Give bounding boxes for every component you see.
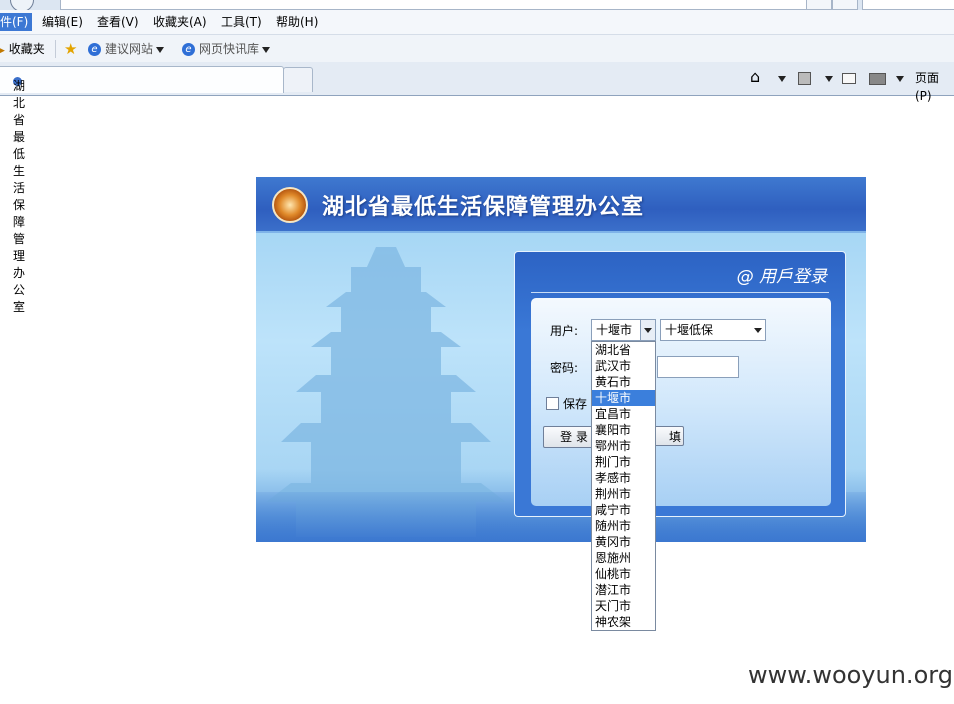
rss-feed-icon[interactable]: [798, 69, 811, 87]
dropdown-option[interactable]: 恩施州: [592, 550, 655, 566]
watermark: www.wooyun.org: [748, 661, 953, 689]
refresh-button[interactable]: [806, 0, 832, 10]
favorites-button[interactable]: ▶ 收藏夹: [0, 40, 45, 58]
tab-title-text: 湖北省最低生活保障管理办公室: [13, 79, 26, 314]
home-dropdown-chevron-icon[interactable]: [775, 69, 786, 87]
dropdown-option[interactable]: 潜江市: [592, 582, 655, 598]
chevron-down-icon[interactable]: [751, 320, 765, 340]
suggested-sites-label: 建议网站: [105, 42, 154, 56]
page-menu-button[interactable]: 页面(P): [915, 69, 954, 103]
suggested-sites-button[interactable]: e 建议网站: [88, 40, 165, 58]
add-favorite-star-icon[interactable]: ★: [64, 40, 77, 58]
print-icon[interactable]: [869, 69, 886, 87]
menu-view[interactable]: 查看(V): [93, 13, 143, 31]
ie-icon: e: [182, 43, 195, 56]
search-field[interactable]: [862, 0, 954, 10]
dropdown-option[interactable]: 黄冈市: [592, 534, 655, 550]
dropdown-option[interactable]: 天门市: [592, 598, 655, 614]
menu-edit[interactable]: 编辑(E): [38, 13, 87, 31]
login-title: @ 用戶登录: [736, 267, 827, 287]
dropdown-option[interactable]: 神农架: [592, 614, 655, 630]
chevron-down-icon: [262, 46, 271, 53]
home-icon[interactable]: ⌂: [750, 69, 760, 87]
city-select-value: 十堰市: [596, 323, 633, 337]
dropdown-option[interactable]: 黄石市: [592, 374, 655, 390]
tab-active[interactable]: 湖北省最低生活保障管理办公室: [0, 66, 284, 314]
dropdown-option[interactable]: 咸宁市: [592, 502, 655, 518]
menu-favorites[interactable]: 收藏夹(A): [149, 13, 211, 31]
dropdown-option[interactable]: 荆州市: [592, 486, 655, 502]
tab-bar: 湖北省最低生活保障管理办公室 ⌂ 页面(P): [0, 62, 954, 314]
dropdown-option[interactable]: 武汉市: [592, 358, 655, 374]
ie-icon: e: [88, 43, 101, 56]
login-panel: @ 用戶登录: [514, 251, 846, 517]
org-select-value: 十堰低保: [665, 323, 714, 337]
city-select[interactable]: 十堰市: [591, 319, 656, 341]
menu-file[interactable]: 件(F): [0, 13, 33, 31]
save-checkbox[interactable]: [546, 397, 559, 410]
banner-header: 湖北省最低生活保障管理办公室: [256, 177, 866, 233]
chevron-down-icon: [156, 46, 165, 53]
org-select[interactable]: 十堰低保: [660, 319, 766, 341]
favorites-arrow-icon: ▶: [0, 46, 5, 56]
print-dropdown-chevron-icon[interactable]: [893, 69, 904, 87]
favorites-bar: ▶ 收藏夹 ★ e 建议网站 e 网页快讯库: [0, 35, 954, 62]
stop-button[interactable]: [832, 0, 858, 10]
password-field[interactable]: [657, 356, 739, 378]
save-label: 保存: [563, 397, 588, 411]
dropdown-option[interactable]: 十堰市: [592, 390, 655, 406]
dropdown-option[interactable]: 孝感市: [592, 470, 655, 486]
city-dropdown-list: 湖北省 武汉市 黄石市 十堰市 宜昌市 襄阳市 鄂州市 荆门市 孝感市 荆州市 咸宁市 随州市 黄冈市恩…: [591, 341, 656, 631]
dropdown-option[interactable]: 仙桃市: [592, 566, 655, 582]
dropdown-option[interactable]: 随州市: [592, 518, 655, 534]
menu-bar: 件(F) 编辑(E) 查看(V) 收藏夹(A) 工具(T) 帮助(H): [0, 10, 954, 35]
emblem-logo: [272, 187, 308, 223]
mail-icon[interactable]: [842, 69, 856, 87]
new-tab-button[interactable]: [283, 67, 313, 92]
address-field[interactable]: [60, 0, 808, 10]
menu-help[interactable]: 帮助(H): [272, 13, 322, 31]
dropdown-option[interactable]: 鄂州市: [592, 438, 655, 454]
favorites-label: 收藏夹: [8, 42, 45, 56]
menu-tools[interactable]: 工具(T): [217, 13, 266, 31]
dropdown-option[interactable]: 湖北省: [592, 342, 655, 358]
password-label: 密码:: [550, 361, 579, 375]
chevron-down-icon[interactable]: [640, 320, 655, 340]
dropdown-option[interactable]: 襄阳市: [592, 422, 655, 438]
user-label: 用户:: [550, 324, 579, 338]
dropdown-option[interactable]: 宜昌市: [592, 406, 655, 422]
feed-dropdown-chevron-icon[interactable]: [822, 69, 833, 87]
banner-title: 湖北省最低生活保障管理办公室: [322, 195, 645, 220]
login-title-divider: [531, 292, 829, 293]
web-slice-gallery-label: 网页快讯库: [199, 42, 260, 56]
address-bar-strip: [0, 0, 954, 12]
toolbar-separator: [55, 40, 56, 58]
web-slice-gallery-button[interactable]: e 网页快讯库: [182, 40, 271, 58]
dropdown-option[interactable]: 荆门市: [592, 454, 655, 470]
